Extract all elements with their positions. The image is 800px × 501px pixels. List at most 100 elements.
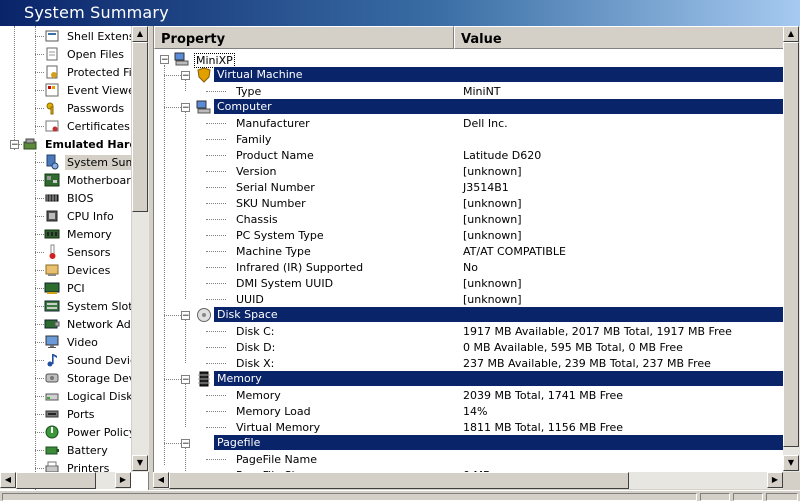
property-row[interactable]: Chassis [unknown] — [154, 211, 800, 227]
tree-item[interactable]: Power Policy — [44, 423, 137, 441]
property-name: Type — [236, 85, 262, 98]
list-scroll-up-button[interactable]: ▲ — [783, 26, 799, 42]
root-collapse-toggle[interactable]: − — [160, 55, 169, 65]
tree-guide-line — [35, 198, 44, 199]
property-row[interactable]: Machine Type AT/AT COMPATIBLE — [154, 243, 800, 259]
tree-hscroll-thumb[interactable] — [16, 472, 96, 489]
tree-item[interactable]: Emulated Hard — [22, 135, 139, 153]
list-scroll-right-button[interactable]: ▶ — [767, 472, 783, 488]
tree-scroll-thumb[interactable] — [132, 42, 148, 212]
navigation-tree[interactable]: Shell Extensio Open Files Protected File Ev… — [0, 26, 149, 490]
tree-item[interactable]: BIOS — [44, 189, 95, 207]
tree-item[interactable]: Logical Disks — [44, 387, 140, 405]
property-row[interactable]: Disk C: 1917 MB Available, 2017 MB Total,… — [154, 323, 800, 339]
tree-guide-line — [35, 36, 44, 37]
property-name: PC System Type — [236, 229, 324, 242]
property-row[interactable]: Family — [154, 131, 800, 147]
property-row[interactable]: Version [unknown] — [154, 163, 800, 179]
tree-item[interactable]: System Slots — [44, 297, 140, 315]
category-collapse-toggle[interactable]: − — [181, 439, 190, 449]
tree-item[interactable]: Ports — [44, 405, 97, 423]
protected-file-icon — [44, 64, 60, 80]
memory-chip-icon — [196, 371, 212, 387]
tree-item[interactable]: Battery — [44, 441, 110, 459]
tree-item[interactable]: Memory — [44, 225, 114, 243]
tree-item[interactable]: Event Viewer — [44, 81, 141, 99]
property-row[interactable]: PC System Type [unknown] — [154, 227, 800, 243]
list-vertical-scrollbar[interactable]: ▲ ▼ — [783, 26, 800, 472]
category-collapse-toggle[interactable]: − — [181, 71, 190, 81]
property-name: Infrared (IR) Supported — [236, 261, 364, 274]
property-row[interactable]: DMI System UUID [unknown] — [154, 275, 800, 291]
tree-guide-line — [35, 450, 44, 451]
category-collapse-toggle[interactable]: − — [181, 311, 190, 321]
category-header[interactable]: Memory — [214, 371, 784, 386]
scroll-left-button[interactable]: ◀ — [0, 472, 16, 488]
tree-item[interactable]: Certificates — [44, 117, 132, 135]
tree-item[interactable]: Sensors — [44, 243, 112, 261]
category-header[interactable]: Pagefile — [214, 435, 784, 450]
tree-guide-line — [35, 72, 44, 73]
category-header[interactable]: Disk Space — [214, 307, 784, 322]
property-row[interactable]: Serial Number J3514B1 — [154, 179, 800, 195]
property-row[interactable]: Disk D: 0 MB Available, 595 MB Total, 0 M… — [154, 339, 800, 355]
tree-item[interactable]: Open Files — [44, 45, 126, 63]
property-row[interactable]: Memory 2039 MB Total, 1741 MB Free — [154, 387, 800, 403]
tree-item[interactable]: Motherboard — [44, 171, 140, 189]
property-name: Manufacturer — [236, 117, 310, 130]
property-value: [unknown] — [463, 165, 522, 178]
tree-item[interactable]: Sound Devic — [44, 351, 138, 369]
property-row[interactable]: Product Name Latitude D620 — [154, 147, 800, 163]
list-guide-line — [206, 91, 226, 92]
tree-guide-line — [35, 126, 44, 127]
column-header-property[interactable]: Property — [154, 26, 454, 49]
tree-item[interactable]: Passwords — [44, 99, 126, 117]
property-value: 14% — [463, 405, 488, 418]
property-row[interactable]: Virtual Memory 1811 MB Total, 1156 MB Fre… — [154, 419, 800, 435]
scroll-up-button[interactable]: ▲ — [132, 26, 148, 42]
property-row[interactable]: SKU Number [unknown] — [154, 195, 800, 211]
property-row[interactable]: Infrared (IR) Supported No — [154, 259, 800, 275]
property-name: UUID — [236, 293, 264, 306]
list-hscroll-thumb[interactable] — [169, 472, 629, 489]
property-row[interactable]: Manufacturer Dell Inc. — [154, 115, 800, 131]
list-scroll-left-button[interactable]: ◀ — [153, 472, 169, 488]
tree-horizontal-scrollbar[interactable]: ◀ ▶ — [0, 472, 131, 489]
tree-guide-line — [35, 324, 44, 325]
list-horizontal-scrollbar[interactable]: ◀ ▶ — [153, 472, 783, 489]
memory-icon — [44, 226, 60, 242]
root-node-label[interactable]: MiniXP — [194, 53, 235, 68]
property-value: No — [463, 261, 478, 274]
tree-collapse-toggle[interactable]: − — [10, 140, 19, 150]
tree-item-label: Passwords — [67, 101, 125, 115]
property-row[interactable]: Type MiniNT — [154, 83, 800, 99]
tree-item[interactable]: PCI — [44, 279, 87, 297]
category-collapse-toggle[interactable]: − — [181, 375, 190, 385]
category-collapse-toggle[interactable]: − — [181, 103, 190, 113]
scroll-right-button[interactable]: ▶ — [115, 472, 131, 488]
tree-item[interactable]: Video — [44, 333, 100, 351]
property-row[interactable]: UUID [unknown] — [154, 291, 800, 307]
tree-item[interactable]: Protected File — [44, 63, 144, 81]
property-value: 2039 MB Total, 1741 MB Free — [463, 389, 624, 402]
tree-item[interactable]: Devices — [44, 261, 112, 279]
list-scroll-thumb[interactable] — [783, 42, 799, 447]
event-viewer-icon — [44, 82, 60, 98]
system-summary-icon — [44, 154, 60, 170]
category-header[interactable]: Virtual Machine — [214, 67, 784, 82]
sensors-icon — [44, 244, 60, 260]
category-header[interactable]: Computer — [214, 99, 784, 114]
tree-item[interactable]: CPU Info — [44, 207, 116, 225]
computer-icon — [196, 99, 212, 115]
list-scroll-down-button[interactable]: ▼ — [783, 455, 799, 471]
property-list[interactable]: Property Value − MiniXP − Virtual Machine Ty… — [153, 26, 800, 472]
property-row[interactable]: Disk X: 237 MB Available, 239 MB Total, 2… — [154, 355, 800, 371]
list-guide-line — [206, 331, 226, 332]
scroll-down-button[interactable]: ▼ — [132, 455, 148, 471]
tree-vertical-scrollbar[interactable]: ▲ ▼ — [131, 26, 149, 472]
property-row[interactable]: PageFile Name — [154, 451, 800, 467]
column-header-value[interactable]: Value — [454, 26, 800, 49]
property-row[interactable]: Memory Load 14% — [154, 403, 800, 419]
property-name: Disk X: — [236, 357, 275, 370]
tree-guide-line — [14, 26, 15, 150]
